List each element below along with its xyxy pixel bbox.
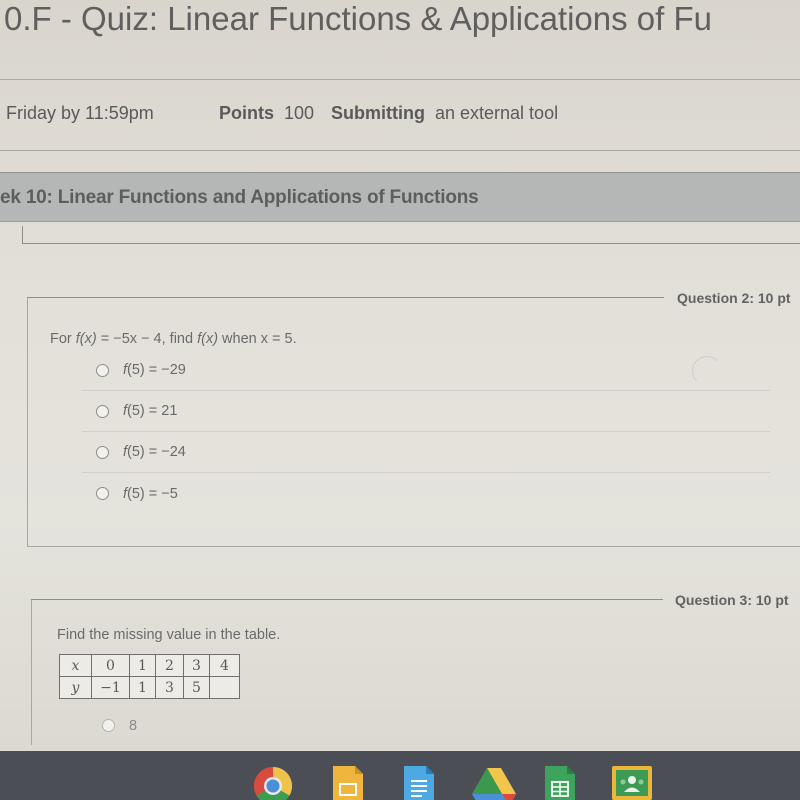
radio-button[interactable] xyxy=(96,445,109,459)
prompt-text: For xyxy=(50,331,76,347)
slides-icon[interactable] xyxy=(333,766,363,800)
table-cell: 2 xyxy=(155,654,184,677)
page-title: 0.F - Quiz: Linear Functions & Applicati… xyxy=(4,0,713,37)
answer-option[interactable]: f(5) = −29 xyxy=(82,350,770,391)
question-2-prompt: For f(x) = −5x − 4, find f(x) when x = 5… xyxy=(50,331,297,347)
due-date: Friday by 11:59pm xyxy=(6,103,154,123)
radio-button[interactable] xyxy=(96,487,109,500)
points-value: 100 xyxy=(284,103,315,123)
question-3-prompt: Find the missing value in the table. xyxy=(57,627,281,643)
previous-question-box xyxy=(22,226,800,244)
module-header: ek 10: Linear Functions and Applications… xyxy=(0,172,800,222)
docs-icon[interactable] xyxy=(404,766,434,800)
option-text: 8 xyxy=(129,717,138,734)
option-text: (5) = −24 xyxy=(127,444,186,460)
question-3-label: Question 3: 10 pt xyxy=(675,592,789,608)
question-2-label: Question 2: 10 pt xyxy=(677,290,791,306)
option-text: (5) = −29 xyxy=(127,362,186,378)
sheets-icon[interactable] xyxy=(545,766,575,800)
table-row-y: y −1 1 3 5 xyxy=(59,676,240,699)
points-label: Points xyxy=(219,103,275,123)
radio-button[interactable] xyxy=(96,363,109,377)
option-label: f(5) = −5 xyxy=(123,486,178,502)
radio-button[interactable] xyxy=(96,404,109,418)
table-cell: 1 xyxy=(129,676,156,699)
table-row-x: x 0 1 2 3 4 xyxy=(59,654,240,677)
answer-option[interactable]: f(5) = −24 xyxy=(82,432,770,473)
quiz-page: 0.F - Quiz: Linear Functions & Applicati… xyxy=(0,0,800,745)
question-2-top-border xyxy=(27,297,664,298)
module-title: ek 10: Linear Functions and Applications… xyxy=(0,187,479,208)
option-text: (5) = 21 xyxy=(127,403,178,419)
option-label: f(5) = −29 xyxy=(123,362,186,378)
question-3-top-border xyxy=(31,599,663,600)
option-label: f(5) = 21 xyxy=(123,403,177,419)
prompt-text: = −5x − 4, find xyxy=(96,331,198,347)
taskbar xyxy=(0,751,800,800)
submitting-value: an external tool xyxy=(435,103,559,123)
table-header-y: y xyxy=(59,676,92,699)
table-cell-missing xyxy=(209,676,240,699)
table-header-x: x xyxy=(59,654,92,677)
answer-option[interactable]: f(5) = 21 xyxy=(82,391,770,432)
answer-option[interactable]: f(5) = −5 xyxy=(82,473,770,514)
chrome-icon[interactable] xyxy=(253,766,293,800)
table-cell: 3 xyxy=(155,676,184,699)
drive-icon[interactable] xyxy=(472,766,516,800)
prompt-fx: f(x) xyxy=(75,331,97,347)
xy-table: x 0 1 2 3 4 y −1 1 3 5 xyxy=(59,654,240,699)
divider xyxy=(0,79,800,80)
radio-button[interactable] xyxy=(102,719,115,732)
table-cell: 1 xyxy=(129,654,156,677)
table-cell: −1 xyxy=(91,676,130,699)
table-cell: 0 xyxy=(91,654,130,677)
table-cell: 3 xyxy=(183,654,210,677)
table-cell: 4 xyxy=(209,654,240,677)
classroom-icon[interactable] xyxy=(612,766,652,800)
answer-option[interactable]: 8 xyxy=(88,705,388,745)
table-cell: 5 xyxy=(183,676,210,699)
prompt-text: when x = 5. xyxy=(218,331,297,347)
submitting-label: Submitting xyxy=(331,103,425,123)
option-text: (5) = −5 xyxy=(127,485,178,502)
prompt-fx: f(x) xyxy=(197,331,219,347)
option-label: f(5) = −24 xyxy=(123,444,186,460)
divider xyxy=(0,150,800,151)
quiz-meta: Friday by 11:59pm Points 100 Submitting an e… xyxy=(6,103,558,124)
